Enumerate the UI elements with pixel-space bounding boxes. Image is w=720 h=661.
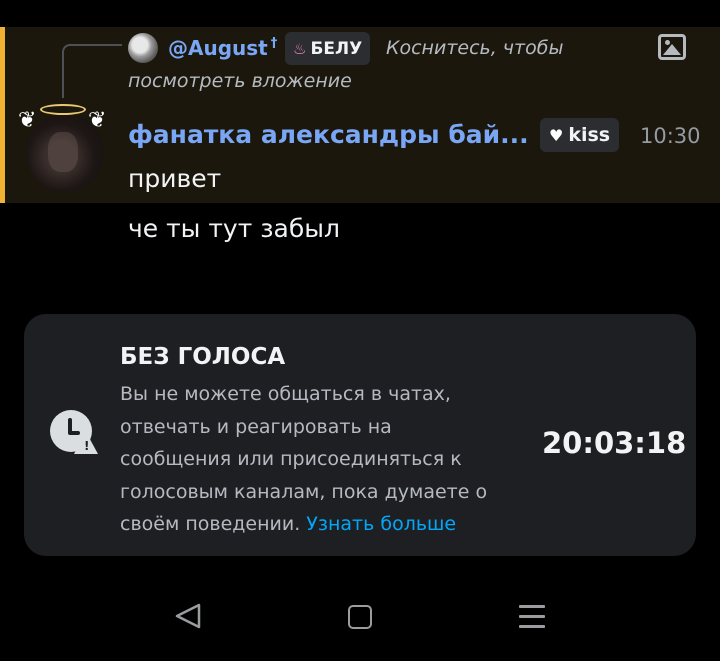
reply-tag-label: БЕЛУ	[310, 38, 363, 59]
timeout-text-line: Вы не можете общаться в чатах,	[120, 383, 451, 405]
timeout-notice-card: ! БЕЗ ГОЛОСА Вы не можете общаться в чат…	[24, 314, 696, 556]
message-timestamp: 10:30	[640, 124, 701, 148]
reply-text-line1[interactable]: Коснитесь, чтобы	[386, 37, 563, 59]
image-icon[interactable]	[658, 34, 686, 60]
reply-author-name[interactable]: @August †	[168, 36, 277, 60]
learn-more-link[interactable]: Узнать больше	[306, 513, 456, 535]
reply-author-avatar[interactable]	[128, 33, 158, 63]
timeout-text-line: отвечать и реагировать на	[120, 415, 392, 438]
timeout-description: Вы не можете общаться в чатах, отвечать …	[120, 378, 520, 541]
recent-apps-icon[interactable]	[519, 603, 545, 629]
message-author-name[interactable]: фанатка александры бай...	[128, 120, 529, 149]
avatar-decoration-wing-right: ❦	[88, 108, 107, 133]
reply-author-mark: †	[270, 36, 278, 52]
mention-highlight-bar	[0, 27, 5, 203]
back-triangle-icon[interactable]	[174, 603, 202, 629]
reply-author-label: @August	[168, 36, 268, 60]
reply-connector-line	[62, 44, 122, 98]
reply-server-tag[interactable]: ♨ БЕЛУ	[285, 32, 371, 65]
timeout-title: БЕЗ ГОЛОСА	[120, 344, 286, 370]
reply-text-line2[interactable]: посмотреть вложение	[128, 70, 352, 92]
heart-icon: ♥	[549, 125, 564, 145]
message-text[interactable]: привет	[128, 164, 221, 193]
timeout-text-line-last: своём поведении. Узнать больше	[120, 508, 520, 541]
author-tag-label: kiss	[568, 124, 611, 146]
timeout-countdown: 20:03:18	[542, 426, 687, 460]
clock-warning-icon: !	[50, 410, 98, 456]
timeout-text-line: голосовым каналам, пока думаете о	[120, 480, 488, 503]
avatar-decoration-halo	[40, 104, 86, 115]
timeout-text-end: своём поведении.	[120, 513, 301, 535]
message-text[interactable]: че ты тут забыл	[128, 214, 340, 243]
home-square-icon[interactable]	[348, 605, 372, 629]
timeout-text-line: сообщения или присоединяться к	[120, 448, 462, 470]
author-server-tag[interactable]: ♥ kiss	[540, 118, 620, 152]
flame-icon: ♨	[293, 39, 307, 58]
avatar-decoration-wing-left: ❦	[18, 108, 37, 133]
